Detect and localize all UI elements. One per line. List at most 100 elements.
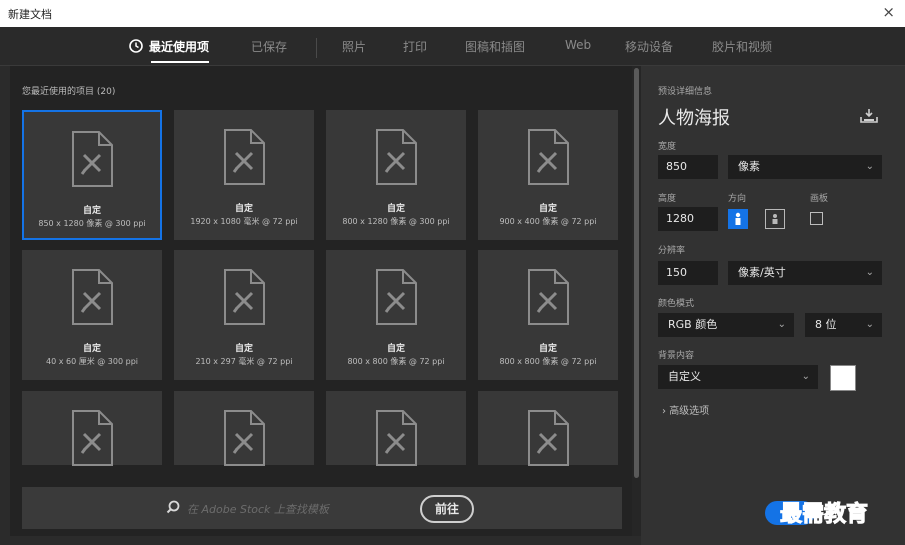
width-unit-select[interactable]: 像素 ⌄ — [728, 155, 882, 179]
document-icon — [72, 410, 113, 466]
artboard-label: 画板 — [810, 194, 829, 204]
width-input[interactable]: 850 — [658, 155, 718, 179]
bit-depth-select[interactable]: 8 位 ⌄ — [805, 313, 882, 337]
chevron-down-icon: ⌄ — [801, 371, 810, 382]
preset-spec: 800 x 800 像素 @ 72 ppi — [347, 357, 445, 366]
preset-name: 自定 — [538, 344, 557, 354]
portrait-orientation-button[interactable] — [728, 209, 748, 229]
close-icon[interactable]: × — [882, 3, 895, 21]
preset-card[interactable]: 自定 850 x 1280 像素 @ 300 ppi — [22, 110, 162, 240]
portrait-icon — [735, 212, 741, 225]
preset-spec: 850 x 1280 像素 @ 300 ppi — [38, 219, 146, 228]
height-label: 高度 — [658, 194, 677, 204]
artboard-checkbox[interactable] — [810, 212, 823, 225]
resolution-label: 分辨率 — [658, 246, 686, 256]
resolution-input[interactable]: 150 — [658, 261, 718, 285]
recent-scrollbar[interactable] — [632, 66, 641, 536]
preset-name: 自定 — [386, 204, 405, 214]
preset-name-field[interactable]: 人物海报 — [658, 104, 730, 130]
document-icon — [72, 269, 113, 325]
tab-mobile[interactable]: 移动设备 — [625, 38, 673, 55]
preset-card[interactable]: 自定 800 x 800 像素 @ 72 ppi — [326, 250, 466, 380]
document-icon — [376, 129, 417, 185]
recent-items-title: 您最近使用的项目 — [22, 87, 95, 97]
preset-spec: 900 x 400 像素 @ 72 ppi — [499, 217, 597, 226]
preset-details-header: 预设详细信息 — [658, 87, 713, 97]
landscape-orientation-button[interactable] — [765, 209, 785, 229]
landscape-icon — [772, 214, 778, 224]
preset-name: 自定 — [386, 344, 405, 354]
document-icon — [224, 129, 265, 185]
tab-print[interactable]: 打印 — [403, 38, 427, 55]
tab-art-illustration[interactable]: 图稿和插图 — [465, 38, 525, 55]
preset-card[interactable] — [478, 391, 618, 466]
preset-card[interactable]: 自定 800 x 1280 像素 @ 300 ppi — [326, 110, 466, 240]
preset-card[interactable] — [174, 391, 314, 466]
advanced-options-toggle[interactable]: › 高级选项 — [662, 402, 709, 417]
color-mode-select[interactable]: RGB 颜色 ⌄ — [658, 313, 794, 337]
advanced-options-label: 高级选项 — [669, 406, 710, 417]
recent-items-count: (20) — [96, 87, 116, 97]
chevron-down-icon: ⌄ — [865, 319, 874, 330]
document-icon — [528, 410, 569, 466]
document-icon — [224, 269, 265, 325]
window-title: 新建文档 — [8, 8, 52, 21]
new-document-dialog: 新建文档 × 最近使用项 已保存 照片 打印 图稿和插图 Web 移动设备 胶片… — [0, 0, 905, 545]
document-icon — [528, 269, 569, 325]
document-icon — [376, 269, 417, 325]
save-preset-icon[interactable] — [860, 108, 878, 124]
document-icon — [72, 131, 113, 187]
resolution-unit-value: 像素/英寸 — [738, 266, 786, 279]
width-label: 宽度 — [658, 142, 677, 152]
category-tabs: 最近使用项 已保存 照片 打印 图稿和插图 Web 移动设备 胶片和视频 — [0, 27, 905, 66]
color-mode-value: RGB 颜色 — [668, 318, 718, 331]
preset-card[interactable]: 自定 40 x 60 厘米 @ 300 ppi — [22, 250, 162, 380]
tab-photo[interactable]: 照片 — [342, 38, 366, 55]
chevron-down-icon: ⌄ — [777, 319, 786, 330]
background-select[interactable]: 自定义 ⌄ — [658, 365, 818, 389]
tab-web[interactable]: Web — [565, 38, 591, 52]
preset-name: 自定 — [234, 204, 253, 214]
chevron-down-icon: ⌄ — [865, 161, 874, 172]
preset-name: 自定 — [82, 206, 101, 216]
preset-card[interactable]: 自定 900 x 400 像素 @ 72 ppi — [478, 110, 618, 240]
preset-name: 自定 — [234, 344, 253, 354]
resolution-unit-select[interactable]: 像素/英寸 ⌄ — [728, 261, 882, 285]
document-icon — [224, 410, 265, 466]
width-unit-value: 像素 — [738, 160, 760, 173]
scrollbar-thumb[interactable] — [634, 68, 639, 478]
background-color-swatch[interactable] — [830, 365, 856, 391]
preset-spec: 210 x 297 毫米 @ 72 ppi — [195, 357, 293, 366]
orientation-label: 方向 — [728, 194, 747, 204]
background-label: 背景内容 — [658, 351, 695, 361]
preset-spec: 40 x 60 厘米 @ 300 ppi — [46, 357, 138, 366]
chevron-down-icon: ⌄ — [865, 267, 874, 278]
preset-card[interactable] — [326, 391, 466, 466]
preset-name: 自定 — [82, 344, 101, 354]
preset-card[interactable]: 自定 210 x 297 毫米 @ 72 ppi — [174, 250, 314, 380]
preset-name: 自定 — [538, 204, 557, 214]
tab-recent-label: 最近使用项 — [149, 40, 210, 54]
tab-recent[interactable]: 最近使用项 — [129, 38, 210, 63]
preset-spec: 1920 x 1080 毫米 @ 72 ppi — [190, 217, 298, 226]
preset-card[interactable]: 自定 1920 x 1080 毫米 @ 72 ppi — [174, 110, 314, 240]
preset-spec: 800 x 800 像素 @ 72 ppi — [499, 357, 597, 366]
go-button[interactable]: 前往 — [420, 495, 474, 523]
preset-card[interactable]: 自定 800 x 800 像素 @ 72 ppi — [478, 250, 618, 380]
stock-search-bar: 在 Adobe Stock 上查找模板 前往 — [22, 487, 622, 529]
search-icon — [166, 500, 180, 514]
background-value: 自定义 — [668, 370, 701, 383]
chevron-right-icon: › — [662, 406, 666, 417]
title-bar: 新建文档 × — [0, 0, 905, 27]
color-mode-label: 颜色模式 — [658, 299, 695, 309]
preset-spec: 800 x 1280 像素 @ 300 ppi — [342, 217, 450, 226]
tab-saved[interactable]: 已保存 — [251, 38, 287, 55]
preset-card[interactable] — [22, 391, 162, 466]
height-input[interactable]: 1280 — [658, 207, 718, 231]
clock-icon — [129, 39, 143, 53]
tab-separator — [316, 38, 317, 58]
tab-film-video[interactable]: 胶片和视频 — [712, 38, 772, 55]
document-icon — [376, 410, 417, 466]
stock-search-input[interactable]: 在 Adobe Stock 上查找模板 — [187, 501, 329, 517]
bit-depth-value: 8 位 — [815, 318, 837, 331]
